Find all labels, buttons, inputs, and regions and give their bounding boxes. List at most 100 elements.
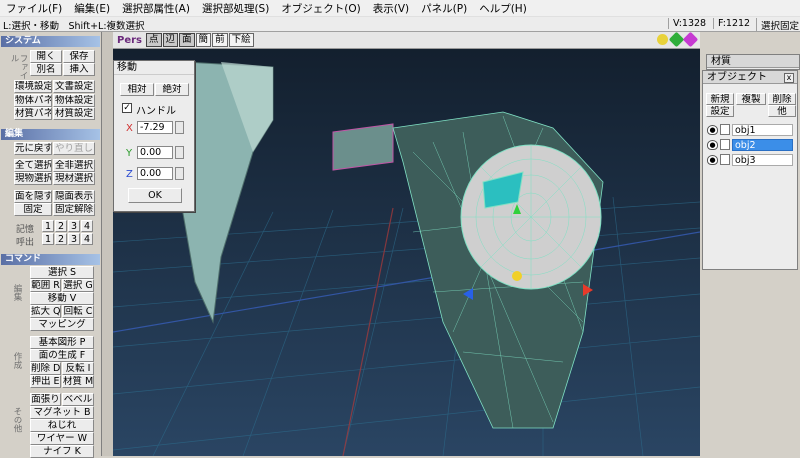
point-mode-button[interactable]: 点 xyxy=(146,33,162,47)
extrude-e-button[interactable]: 押出 E xyxy=(30,375,61,388)
lock-checkbox[interactable] xyxy=(720,139,730,150)
wire-w-button[interactable]: ワイヤー W xyxy=(30,432,94,445)
status-bar: L:選択・移動 Shift+L:複数選択 V:1328 F:1212 選択固定 xyxy=(0,17,800,32)
new-object-button[interactable]: 新規 xyxy=(706,93,734,105)
menu-help[interactable]: ヘルプ(H) xyxy=(473,1,533,16)
menu-file[interactable]: ファイル(F) xyxy=(0,1,68,16)
recall-slot-3[interactable]: 3 xyxy=(68,233,80,245)
recall-slot-2[interactable]: 2 xyxy=(55,233,67,245)
open-button[interactable]: 開く xyxy=(30,50,62,63)
select-current-material-button[interactable]: 現材選択 xyxy=(53,172,95,185)
edge-mode-button[interactable]: 辺 xyxy=(162,33,179,47)
move-v-button[interactable]: 移動 V xyxy=(30,292,94,305)
select-all-button[interactable]: 全て選択 xyxy=(14,159,52,172)
object-row[interactable]: ● obj3 xyxy=(707,153,793,166)
z-spinner[interactable] xyxy=(175,167,184,180)
x-spinner[interactable] xyxy=(175,121,184,134)
ok-button[interactable]: OK xyxy=(128,188,182,203)
deselect-all-button[interactable]: 全非選択 xyxy=(53,159,95,172)
y-value-input[interactable]: 0.00 xyxy=(137,146,173,159)
object-name[interactable]: obj1 xyxy=(732,123,793,136)
save-button[interactable]: 保存 xyxy=(63,50,95,63)
perspective-toggle[interactable]: Pers xyxy=(113,35,146,46)
menu-edit[interactable]: 編集(E) xyxy=(68,1,116,16)
face-paste-button[interactable]: 面張り xyxy=(30,393,61,406)
hide-face-button[interactable]: 面を隠す xyxy=(14,190,52,203)
handle-center[interactable] xyxy=(512,271,522,281)
material-m-button[interactable]: 材質 M xyxy=(62,375,94,388)
select-s-button[interactable]: 選択 S xyxy=(30,266,94,279)
eye-icon[interactable]: ● xyxy=(707,154,718,165)
object-row[interactable]: ● obj1 xyxy=(707,123,793,136)
relative-button[interactable]: 相対 xyxy=(120,83,154,96)
rotate-c-button[interactable]: 回転 C xyxy=(62,305,94,318)
material-panel-button[interactable]: 材質パネル xyxy=(14,107,52,120)
handle-checkbox[interactable]: ✓ xyxy=(122,103,132,113)
recall-slot-4[interactable]: 4 xyxy=(81,233,93,245)
y-spinner[interactable] xyxy=(175,146,184,159)
memory-slot-1[interactable]: 1 xyxy=(42,220,54,232)
unfix-button[interactable]: 固定解除 xyxy=(53,203,95,216)
magnet-b-button[interactable]: マグネット B xyxy=(30,406,94,419)
3d-viewport[interactable] xyxy=(113,32,700,456)
object-other-button[interactable]: 他 xyxy=(768,105,796,117)
memory-slot-2[interactable]: 2 xyxy=(55,220,67,232)
z-value-input[interactable]: 0.00 xyxy=(137,167,173,180)
select-g-button[interactable]: 選択 G xyxy=(62,279,94,292)
menu-selection-process[interactable]: 選択部処理(S) xyxy=(196,1,275,16)
basic-shape-button[interactable]: 基本図形 P xyxy=(30,336,94,349)
menu-object[interactable]: オブジェクト(O) xyxy=(275,1,366,16)
close-icon[interactable]: x xyxy=(784,73,794,83)
object-name-selected[interactable]: obj2 xyxy=(732,138,793,151)
twist-button[interactable]: ねじれ xyxy=(30,419,94,432)
lock-checkbox[interactable] xyxy=(720,154,730,165)
zoom-icon[interactable] xyxy=(657,34,668,45)
object-panel-button[interactable]: 物体パネル xyxy=(14,94,52,107)
create-side-label: 作成 xyxy=(12,352,22,369)
menu-view[interactable]: 表示(V) xyxy=(367,1,415,16)
undo-button[interactable]: 元に戻す xyxy=(14,142,52,155)
lock-checkbox[interactable] xyxy=(720,124,730,135)
menu-selection-attr[interactable]: 選択部属性(A) xyxy=(116,1,196,16)
show-hidden-button[interactable]: 隠面表示 xyxy=(53,190,95,203)
object-row[interactable]: ● obj2 xyxy=(707,138,793,151)
z-axis-label: Z xyxy=(126,169,133,180)
object-name[interactable]: obj3 xyxy=(732,153,793,166)
rotate-view-icon[interactable] xyxy=(682,31,699,48)
underlay-button[interactable]: 下絵 xyxy=(228,33,254,47)
knife-k-button[interactable]: ナイフ K xyxy=(30,445,94,458)
doc-settings-button[interactable]: 文書設定 xyxy=(53,80,95,93)
bevel-button[interactable]: ベベル xyxy=(62,393,94,406)
menu-panel[interactable]: パネル(P) xyxy=(415,1,473,16)
save-as-button[interactable]: 別名 xyxy=(30,63,62,76)
mapping-button[interactable]: マッピング xyxy=(30,318,94,331)
absolute-button[interactable]: 絶対 xyxy=(155,83,189,96)
fix-button[interactable]: 固定 xyxy=(14,203,52,216)
simple-mode-button[interactable]: 簡 xyxy=(195,33,212,47)
front-mode-button[interactable]: 前 xyxy=(212,33,228,47)
memory-slot-4[interactable]: 4 xyxy=(81,220,93,232)
redo-button[interactable]: やり直し xyxy=(53,142,95,155)
selection-lock[interactable]: 選択固定 xyxy=(756,18,799,32)
move-view-icon[interactable] xyxy=(668,31,685,48)
object-settings-button[interactable]: 物体設定 xyxy=(53,94,95,107)
range-r-button[interactable]: 範囲 R xyxy=(30,279,61,292)
x-value-input[interactable]: -7.29 xyxy=(137,121,173,134)
duplicate-object-button[interactable]: 複製 xyxy=(736,93,766,105)
env-settings-button[interactable]: 環境設定 xyxy=(14,80,52,93)
memory-slot-3[interactable]: 3 xyxy=(68,220,80,232)
delete-object-button[interactable]: 削除 xyxy=(768,93,796,105)
scale-q-button[interactable]: 拡大 Q xyxy=(30,305,61,318)
insert-button[interactable]: 挿入 xyxy=(63,63,95,76)
material-settings-button[interactable]: 材質設定 xyxy=(53,107,95,120)
face-generate-button[interactable]: 面の生成 F xyxy=(30,349,94,362)
eye-icon[interactable]: ● xyxy=(707,139,718,150)
object-settings-button[interactable]: 設定 xyxy=(706,105,734,117)
select-current-object-button[interactable]: 現物選択 xyxy=(14,172,52,185)
delete-d-button[interactable]: 削除 D xyxy=(30,362,61,375)
flip-i-button[interactable]: 反転 I xyxy=(62,362,94,375)
splitter[interactable] xyxy=(102,32,113,456)
eye-icon[interactable]: ● xyxy=(707,124,718,135)
recall-slot-1[interactable]: 1 xyxy=(42,233,54,245)
face-mode-button[interactable]: 面 xyxy=(179,33,195,47)
